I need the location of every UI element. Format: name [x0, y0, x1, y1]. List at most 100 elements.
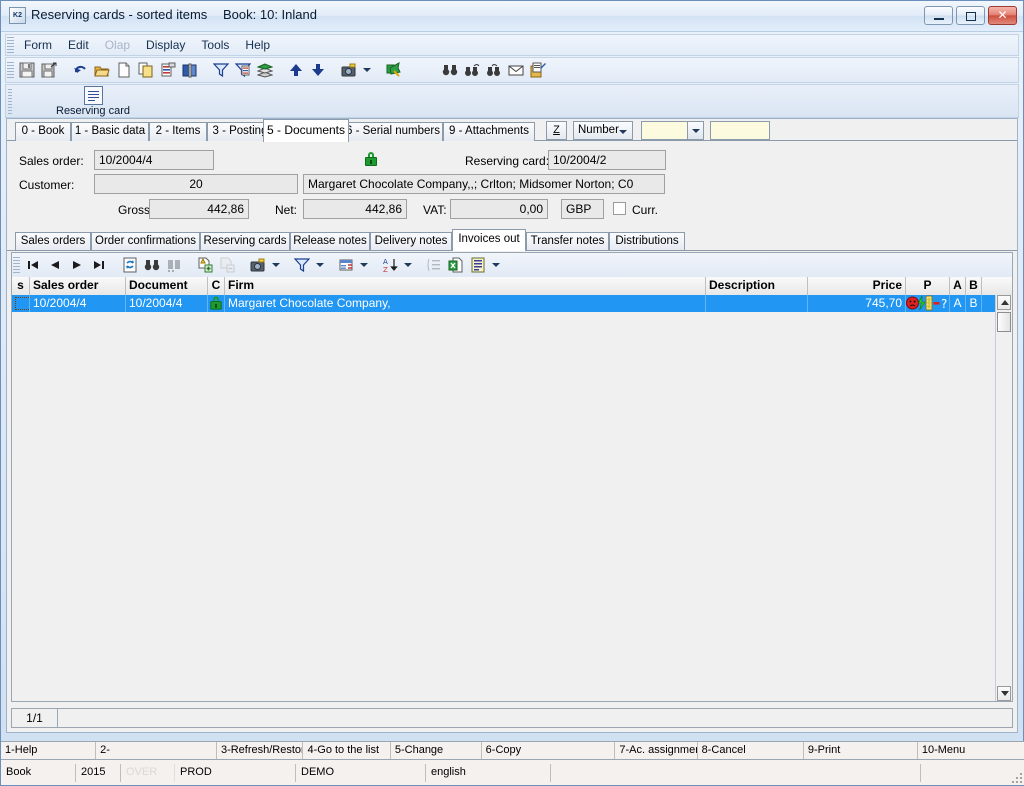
grid-toolbar-grip[interactable]: [13, 257, 20, 273]
column-header-c[interactable]: C: [208, 277, 225, 295]
column-header-document[interactable]: Document: [126, 277, 208, 295]
reserving-card-field[interactable]: 10/2004/2: [548, 150, 666, 170]
sort-dropdown-caret[interactable]: [401, 254, 414, 276]
export-icon[interactable]: [382, 59, 412, 81]
cell-document[interactable]: 10/2004/4: [126, 295, 208, 312]
filter-icon[interactable]: [291, 254, 313, 276]
open-folder-icon[interactable]: [91, 59, 113, 81]
menu-item-form[interactable]: Form: [16, 36, 60, 54]
customer-code-field[interactable]: 20: [94, 174, 298, 194]
cell-description[interactable]: [706, 295, 808, 312]
sales-order-field[interactable]: 10/2004/4: [94, 150, 214, 170]
last-record-icon[interactable]: [88, 254, 110, 276]
add-record-icon[interactable]: [194, 254, 216, 276]
next-record-icon[interactable]: [66, 254, 88, 276]
save-as-icon[interactable]: [38, 59, 60, 81]
cell-b[interactable]: B: [966, 295, 982, 312]
tab-2-items[interactable]: 2 - Items: [149, 122, 207, 141]
subtab-distributions[interactable]: Distributions: [609, 232, 685, 250]
scrollbar-thumb[interactable]: [997, 312, 1011, 332]
group-icon[interactable]: [335, 254, 357, 276]
excel-export-icon[interactable]: [445, 254, 467, 276]
fkey-7-ac-assignment[interactable]: 7-Ac. assignment ar: [615, 742, 698, 759]
cell-p-flags[interactable]: ?: [906, 295, 950, 312]
book-icon[interactable]: [179, 59, 201, 81]
column-header-a[interactable]: A: [950, 277, 966, 295]
gross-field[interactable]: 442,86: [149, 199, 249, 219]
filter-advanced-icon[interactable]: [232, 59, 254, 81]
menu-item-edit[interactable]: Edit: [60, 36, 97, 54]
menu-item-display[interactable]: Display: [138, 36, 193, 54]
menu-grip[interactable]: [7, 37, 14, 53]
row-select-checkbox[interactable]: [15, 297, 29, 310]
fkey-8-cancel[interactable]: 8-Cancel: [698, 742, 804, 759]
search-extra-input[interactable]: [710, 121, 770, 140]
number-select[interactable]: Number: [573, 121, 633, 140]
move-up-icon[interactable]: [285, 59, 307, 81]
group-dropdown-caret[interactable]: [357, 254, 370, 276]
report-icon[interactable]: [467, 254, 489, 276]
new-document-icon[interactable]: [113, 59, 135, 81]
filter-icon[interactable]: [210, 59, 232, 81]
toolbar-grip[interactable]: [7, 62, 14, 78]
fkey-10-menu[interactable]: 10-Menu: [918, 742, 1024, 759]
cell-a[interactable]: A: [950, 295, 966, 312]
subtab-transfer-notes[interactable]: Transfer notes: [526, 232, 609, 250]
camera-icon[interactable]: [338, 59, 360, 81]
subtab-invoices-out[interactable]: Invoices out: [452, 229, 526, 251]
column-header-sales-order[interactable]: Sales order: [30, 277, 126, 295]
fkey-5-change[interactable]: 5-Change: [391, 742, 482, 759]
camera-icon[interactable]: [247, 254, 269, 276]
scroll-up-icon[interactable]: [997, 295, 1011, 310]
row-select-cell[interactable]: [12, 295, 30, 312]
paste-icon[interactable]: [157, 59, 179, 81]
module-button-reserving-card[interactable]: Reserving card: [28, 86, 158, 118]
find-previous-icon[interactable]: [483, 59, 505, 81]
cell-price[interactable]: 745,70: [808, 295, 906, 312]
minimize-button[interactable]: [924, 6, 953, 25]
first-record-icon[interactable]: [22, 254, 44, 276]
module-band-grip[interactable]: [8, 89, 12, 115]
column-header-firm[interactable]: Firm: [225, 277, 706, 295]
z-button[interactable]: Z: [546, 121, 567, 140]
previous-record-icon[interactable]: [44, 254, 66, 276]
menu-item-tools[interactable]: Tools: [193, 36, 237, 54]
column-header-b[interactable]: B: [966, 277, 982, 295]
tab-0-book[interactable]: 0 - Book: [15, 122, 71, 141]
maximize-button[interactable]: [956, 6, 985, 25]
column-header-description[interactable]: Description: [706, 277, 808, 295]
search-value-dropdown-button[interactable]: [687, 121, 704, 140]
camera-dropdown-caret[interactable]: [269, 254, 282, 276]
filter-dropdown-caret[interactable]: [313, 254, 326, 276]
subtab-release-notes[interactable]: Release notes: [290, 232, 370, 250]
cell-c[interactable]: [208, 295, 225, 312]
layers-icon[interactable]: [254, 59, 276, 81]
camera-dropdown-caret[interactable]: [360, 59, 373, 81]
find-icon[interactable]: [141, 254, 163, 276]
sort-az-icon[interactable]: AZ: [379, 254, 401, 276]
column-header-price[interactable]: Price: [808, 277, 906, 295]
refresh-icon[interactable]: [119, 254, 141, 276]
subtab-reserving-cards[interactable]: Reserving cards: [200, 232, 290, 250]
tab-9-attachments[interactable]: 9 - Attachments: [443, 122, 535, 141]
fkey-4-go-to-the-list[interactable]: 4-Go to the list: [303, 742, 391, 759]
report-dropdown-caret[interactable]: [489, 254, 502, 276]
move-down-icon[interactable]: [307, 59, 329, 81]
fkey-9-print[interactable]: 9-Print: [804, 742, 918, 759]
column-header-p[interactable]: P: [906, 277, 950, 295]
net-field[interactable]: 442,86: [303, 199, 407, 219]
save-icon[interactable]: [16, 59, 38, 81]
subtab-delivery-notes[interactable]: Delivery notes: [370, 232, 452, 250]
column-header-s[interactable]: s: [12, 277, 30, 295]
mail-icon[interactable]: [505, 59, 527, 81]
subtab-sales-orders[interactable]: Sales orders: [15, 232, 91, 250]
table-row[interactable]: 10/2004/4 10/2004/4 Margaret Chocolate C…: [12, 295, 996, 312]
find-next-icon[interactable]: [461, 59, 483, 81]
subtab-order-confirmations[interactable]: Order confirmations: [91, 232, 200, 250]
menu-item-help[interactable]: Help: [237, 36, 278, 54]
resize-grip-icon[interactable]: [1010, 771, 1022, 783]
fkey-1-help[interactable]: 1-Help: [1, 742, 97, 759]
find-icon[interactable]: [439, 59, 461, 81]
cell-firm[interactable]: Margaret Chocolate Company,: [225, 295, 706, 312]
cell-sales-order[interactable]: 10/2004/4: [30, 295, 126, 312]
